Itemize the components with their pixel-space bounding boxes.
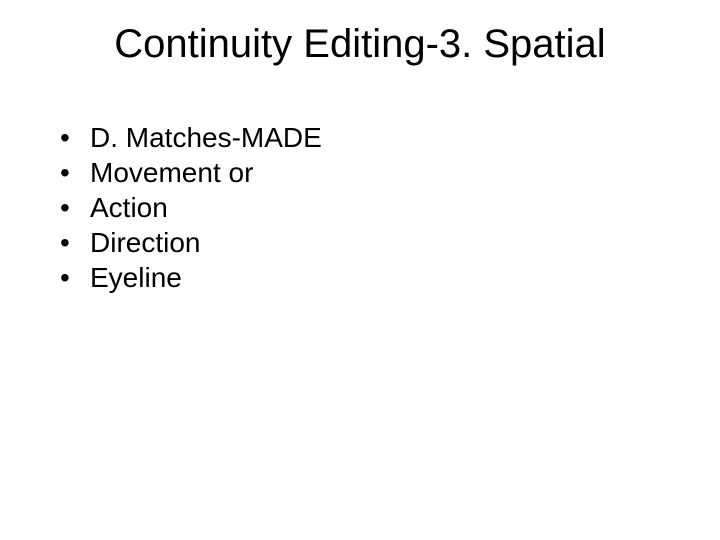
list-item: • Movement or (60, 155, 322, 190)
list-item: • Eyeline (60, 260, 322, 295)
bullet-icon: • (60, 225, 90, 260)
bullet-icon: • (60, 155, 90, 190)
bullet-icon: • (60, 190, 90, 225)
bullet-icon: • (60, 260, 90, 295)
bullet-icon: • (60, 120, 90, 155)
list-item: • D. Matches-MADE (60, 120, 322, 155)
slide-body: • D. Matches-MADE • Movement or • Action… (60, 120, 322, 295)
bullet-text: Movement or (90, 155, 322, 190)
bullet-text: Direction (90, 225, 322, 260)
bullet-text: D. Matches-MADE (90, 120, 322, 155)
bullet-text: Action (90, 190, 322, 225)
list-item: • Action (60, 190, 322, 225)
bullet-text: Eyeline (90, 260, 322, 295)
slide: Continuity Editing-3. Spatial • D. Match… (0, 0, 720, 540)
slide-title: Continuity Editing-3. Spatial (0, 22, 720, 67)
list-item: • Direction (60, 225, 322, 260)
